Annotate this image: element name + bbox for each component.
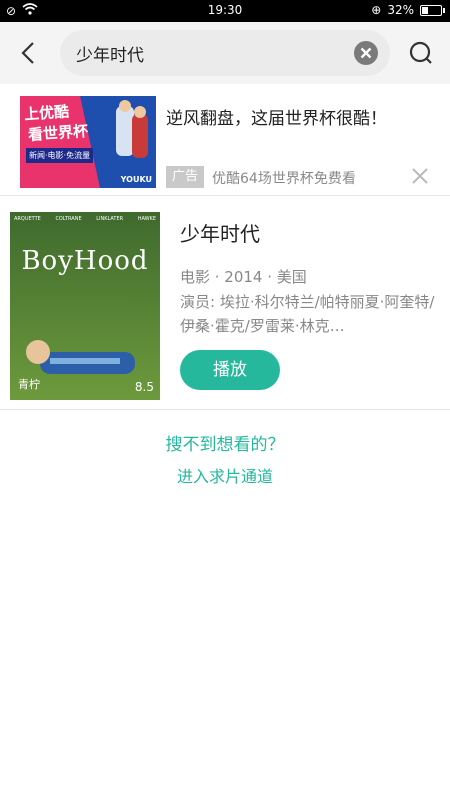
battery-icon: [420, 4, 445, 16]
poster-credit: HAWKE: [137, 216, 156, 222]
search-input[interactable]: 少年时代: [60, 30, 390, 76]
status-bar: ⊘ 19:30 ⊕ 32%: [0, 0, 450, 22]
search-header: 少年时代: [0, 22, 450, 84]
back-button[interactable]: [14, 38, 44, 68]
poster-title: BoyHood: [21, 246, 149, 276]
poster-credit: COLTRANE: [55, 216, 82, 222]
ad-image[interactable]: 上优酷 看世界杯 新闻·电影·免流量 YOUKU: [20, 96, 156, 188]
ad-image-logo: YOUKU: [120, 175, 152, 184]
not-found-question: 搜不到想看的？: [165, 435, 285, 455]
movie-cast: 演员: 埃拉·科尔特兰/帕特丽夏·阿奎特/伊桑·霍克/罗雷莱·林克…: [180, 293, 435, 335]
ad-image-tagline: 新闻·电影·免流量: [26, 148, 94, 163]
poster-tag: 青柠: [18, 378, 40, 391]
movie-poster[interactable]: ARQUETTE COLTRANE LINKLATER HAWKE BoyHoo…: [10, 212, 160, 400]
search-query: 少年时代: [76, 46, 144, 66]
search-icon: [409, 41, 432, 64]
ad-image-headline-2: 看世界杯: [27, 121, 89, 145]
movie-meta: 电影 · 2014 · 美国: [180, 268, 307, 286]
ad-badge: 广告: [166, 166, 204, 188]
close-icon: [360, 47, 372, 59]
poster-credits: ARQUETTE COLTRANE LINKLATER HAWKE: [14, 216, 156, 222]
search-result-item[interactable]: ARQUETTE COLTRANE LINKLATER HAWKE BoyHoo…: [0, 196, 450, 410]
status-right: ⊕ 32%: [371, 3, 445, 17]
lock-rotation-icon: ⊕: [371, 3, 382, 17]
poster-credit: ARQUETTE: [14, 216, 41, 222]
clear-search-button[interactable]: [354, 41, 378, 65]
battery-percent: 32%: [387, 3, 414, 17]
battery-fill: [422, 6, 429, 14]
search-button[interactable]: [406, 38, 436, 68]
ad-banner[interactable]: 上优酷 看世界杯 新闻·电影·免流量 YOUKU 逆风翻盘，这届世界杯很酷！ 广…: [0, 84, 450, 196]
request-movie-link[interactable]: 进入求片通道: [0, 463, 450, 487]
chevron-left-icon: [21, 42, 34, 64]
play-button[interactable]: 播放: [180, 350, 280, 390]
close-icon: [412, 168, 428, 184]
ad-title[interactable]: 逆风翻盘，这届世界杯很酷！: [166, 104, 387, 129]
ad-subtitle: 优酷64场世界杯免费看: [212, 171, 356, 187]
ad-close-button[interactable]: [410, 166, 430, 186]
rating: 8.5: [134, 380, 154, 394]
request-movie-section: 搜不到想看的？ 进入求片通道: [0, 430, 450, 487]
movie-title[interactable]: 少年时代: [180, 218, 260, 247]
poster-credit: LINKLATER: [96, 216, 124, 222]
